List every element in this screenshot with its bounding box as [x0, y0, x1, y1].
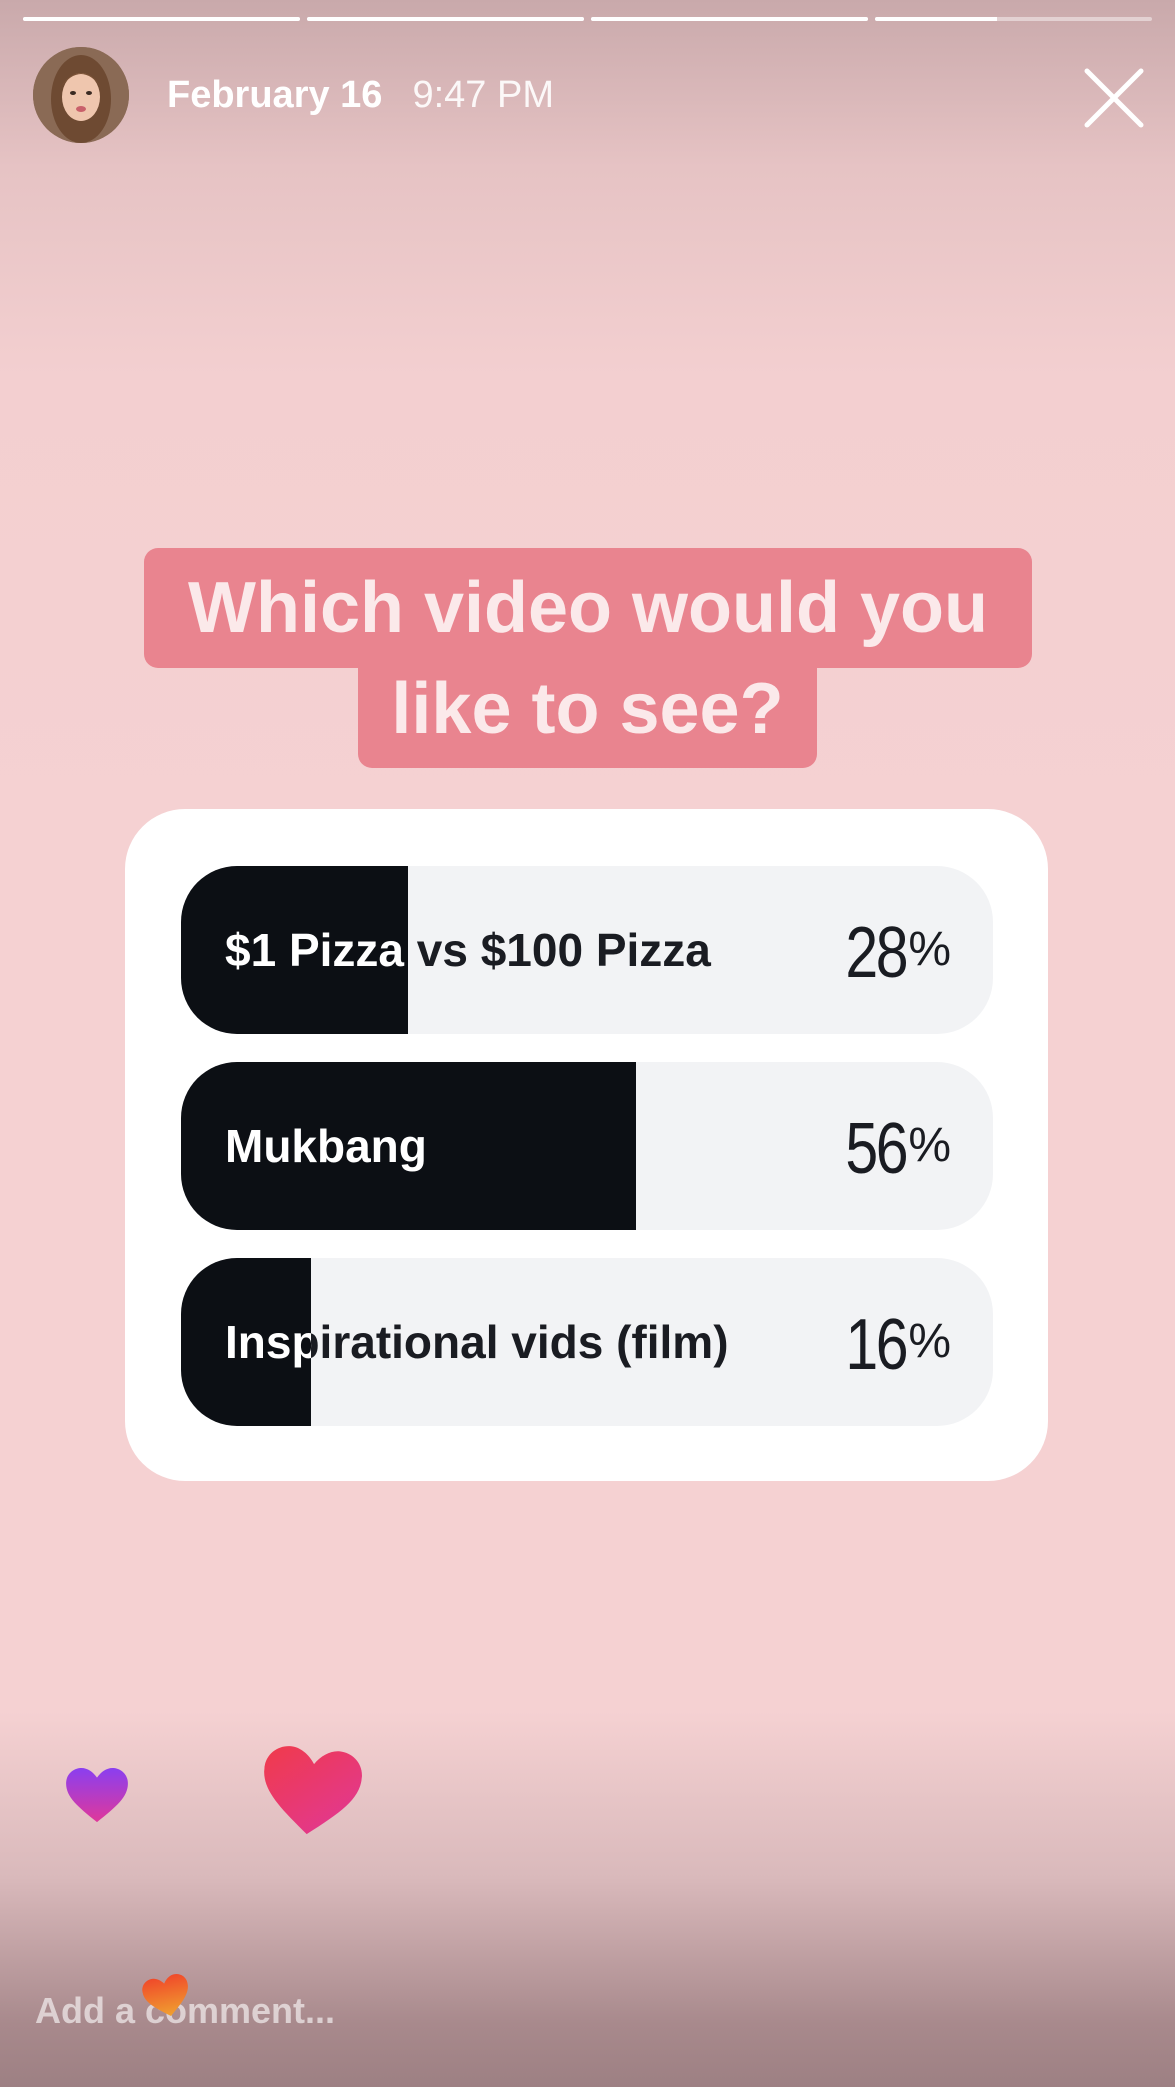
poll-option[interactable]: Inspirational vids (film) Inspirational …	[181, 1258, 993, 1426]
poll-card: $1 Pizza vs $100 Pizza $1 Pizza vs $100 …	[125, 809, 1048, 1481]
option-label-inverse: $1 Pizza vs $100 Pizza	[225, 924, 408, 976]
close-icon	[1084, 68, 1144, 128]
option-percent: 28%	[832, 866, 951, 1034]
percent-sign: %	[908, 923, 951, 976]
option-label-overlay: Inspirational vids (film)	[181, 1258, 311, 1426]
option-label-inverse: Inspirational vids (film)	[225, 1316, 311, 1368]
close-button[interactable]	[1083, 67, 1145, 129]
progress-fill	[23, 17, 300, 21]
question-line-2: like to see?	[358, 668, 817, 768]
progress-segment	[591, 17, 868, 21]
progress-segment	[23, 17, 300, 21]
progress-fill	[591, 17, 868, 21]
option-percent: 56%	[832, 1062, 951, 1230]
story-header: February 16 9:47 PM	[33, 47, 1145, 143]
progress-segment	[875, 17, 1152, 21]
poll-option[interactable]: Mukbang Mukbang 56%	[181, 1062, 993, 1230]
progress-fill	[307, 17, 584, 21]
avatar[interactable]	[33, 47, 129, 143]
percent-value: 28	[845, 913, 909, 993]
story-progress	[23, 17, 1152, 22]
story-time: 9:47 PM	[412, 73, 554, 116]
option-label-overlay: Mukbang	[181, 1062, 636, 1230]
progress-segment	[307, 17, 584, 21]
option-label-inverse: Mukbang	[225, 1120, 427, 1172]
avatar-image	[33, 47, 129, 143]
question-line-1: Which video would you	[144, 548, 1032, 668]
heart-icon	[264, 1746, 362, 1835]
story-date: February 16	[167, 73, 383, 116]
poll-option[interactable]: $1 Pizza vs $100 Pizza $1 Pizza vs $100 …	[181, 866, 993, 1034]
percent-value: 56	[845, 1109, 909, 1189]
option-percent: 16%	[832, 1258, 951, 1426]
percent-value: 16	[845, 1305, 909, 1385]
percent-sign: %	[908, 1315, 951, 1368]
option-label-overlay: $1 Pizza vs $100 Pizza	[181, 866, 408, 1034]
percent-sign: %	[908, 1119, 951, 1172]
heart-icon	[66, 1768, 128, 1823]
progress-fill	[875, 17, 997, 21]
